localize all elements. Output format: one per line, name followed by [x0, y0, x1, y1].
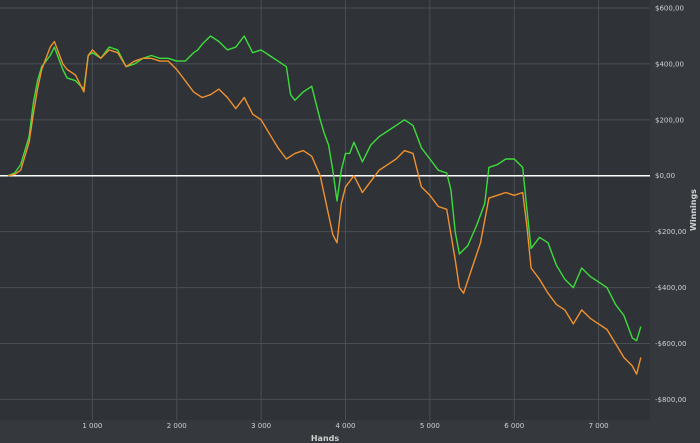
y-tick-label: -$600,00 [655, 340, 686, 348]
y-tick-label: $400,00 [655, 60, 684, 68]
y-tick-label: -$400,00 [655, 284, 686, 292]
x-tick-label: 7 000 [589, 422, 609, 430]
x-axis-label: Hands [311, 434, 340, 443]
y-tick-label: $600,00 [655, 5, 684, 13]
y-tick-label: $200,00 [655, 116, 684, 124]
plot-area [0, 0, 650, 420]
y-tick-label: -$200,00 [655, 228, 686, 236]
x-tick-label: 1 000 [82, 422, 102, 430]
y-axis-label: Winnings [689, 189, 698, 231]
x-tick-label: 6 000 [504, 422, 524, 430]
y-tick-label: $0,00 [655, 172, 675, 180]
y-tick-label: -$800,00 [655, 396, 686, 404]
x-tick-label: 3 000 [251, 422, 271, 430]
x-tick-label: 4 000 [335, 422, 355, 430]
y-axis: $600,00 $400,00 $200,00 $0,00 -$200,00 -$400,… [655, 5, 686, 404]
x-axis: 1 000 2 000 3 000 4 000 5 000 6 000 7 000 [82, 422, 608, 430]
winnings-chart: $600,00 $400,00 $200,00 $0,00 -$200,00 -$400,… [0, 0, 698, 443]
x-tick-label: 5 000 [420, 422, 440, 430]
x-tick-label: 2 000 [167, 422, 187, 430]
